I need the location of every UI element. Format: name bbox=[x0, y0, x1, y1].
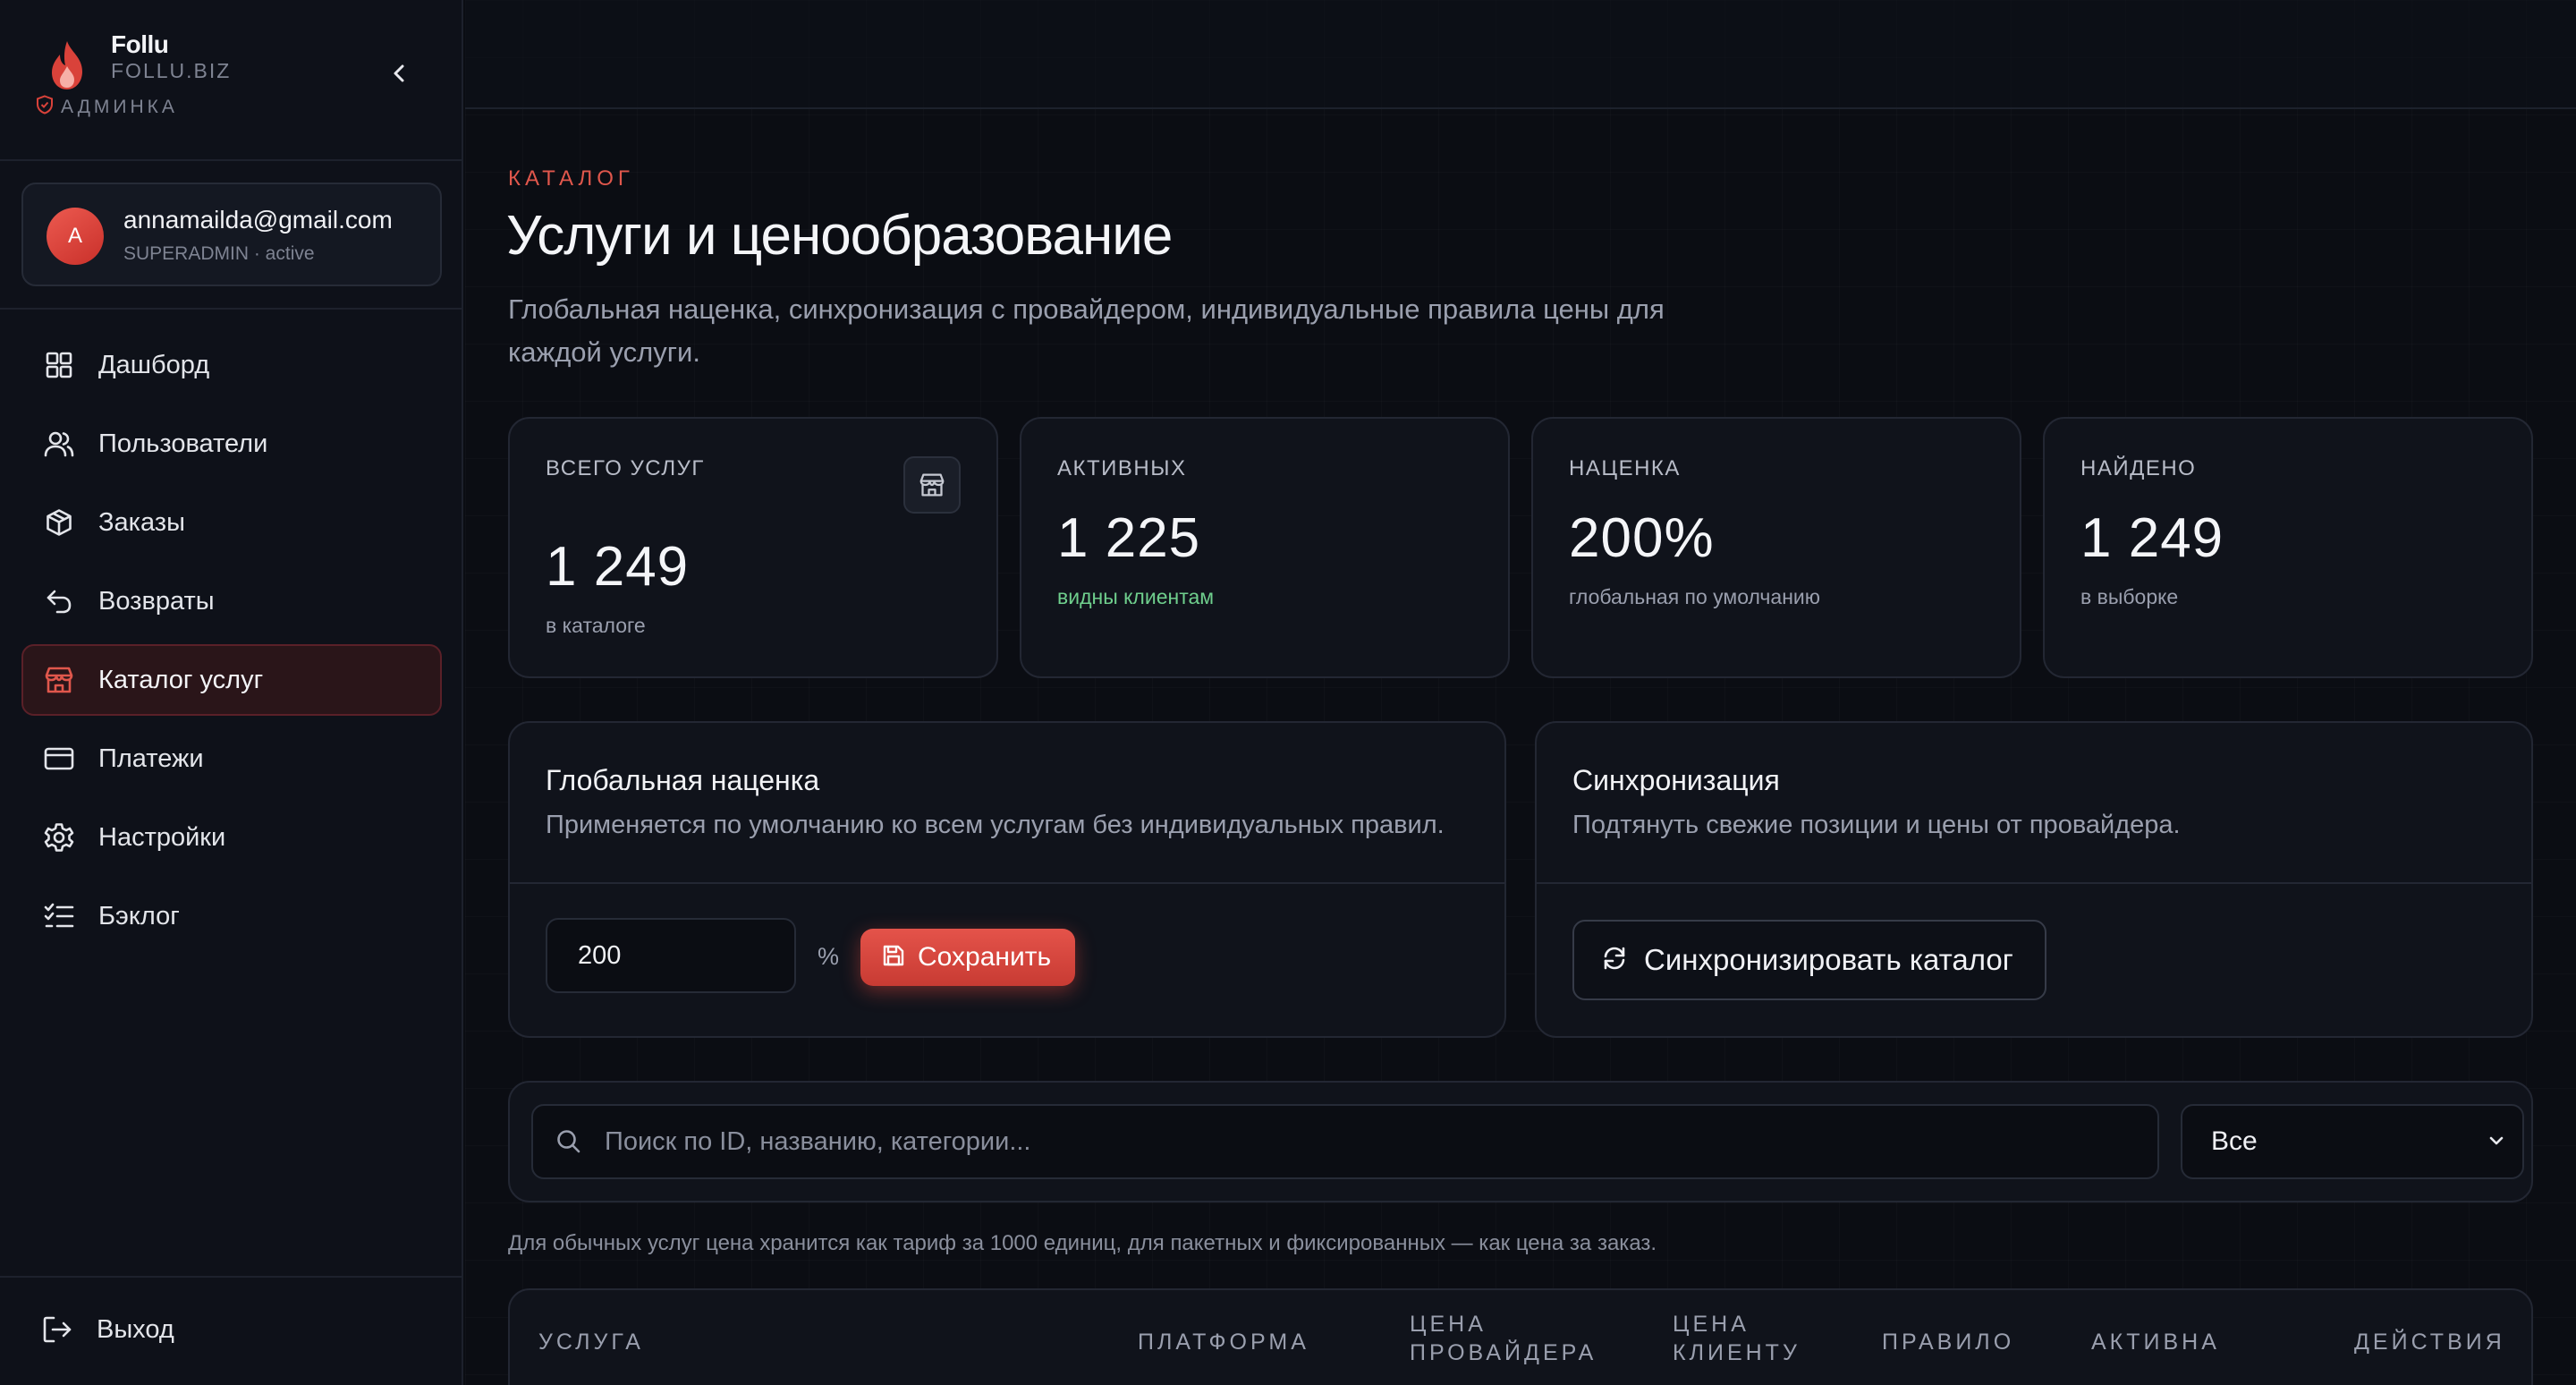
panel-description: Применяется по умолчанию ко всем услугам… bbox=[546, 811, 1445, 839]
stat-card-total: ВСЕГО УСЛУГ 1 249 в каталоге bbox=[508, 417, 998, 678]
brand[interactable]: Follu FOLLU.BIZ АДМИНКА bbox=[36, 27, 429, 125]
avatar: A bbox=[47, 208, 104, 265]
logout-button[interactable]: Выход bbox=[21, 1294, 442, 1365]
logout-icon bbox=[41, 1313, 73, 1346]
brand-domain: FOLLU.BIZ bbox=[111, 59, 232, 82]
checklist-icon bbox=[43, 900, 75, 932]
users-icon bbox=[43, 428, 75, 460]
stat-label: ВСЕГО УСЛУГ bbox=[546, 456, 705, 480]
column-header-active[interactable]: АКТИВНА bbox=[2091, 1328, 2220, 1356]
admin-badge: АДМИНКА bbox=[36, 95, 178, 120]
sidebar-item-settings[interactable]: Настройки bbox=[21, 802, 442, 873]
chevron-left-icon bbox=[390, 63, 408, 89]
search-input[interactable] bbox=[605, 1106, 2143, 1177]
sync-button-label: Синхронизировать каталог bbox=[1644, 943, 2013, 976]
column-header-actions[interactable]: ДЕЙСТВИЯ bbox=[2354, 1328, 2505, 1356]
sidebar-item-label: Дашборд bbox=[98, 350, 210, 379]
stat-card-active: АКТИВНЫХ 1 225 видны клиентам bbox=[1020, 417, 1510, 678]
column-header-client-price[interactable]: ЦЕНА КЛИЕНТУ bbox=[1673, 1310, 1852, 1367]
page-eyebrow: КАТАЛОГ bbox=[508, 166, 634, 191]
gear-icon bbox=[43, 821, 75, 854]
flame-logo-icon bbox=[47, 39, 88, 91]
stat-label: АКТИВНЫХ bbox=[1057, 456, 1187, 480]
credit-card-icon bbox=[43, 743, 75, 775]
collapse-sidebar-button[interactable] bbox=[381, 57, 417, 93]
sidebar-item-label: Настройки bbox=[98, 822, 226, 852]
stat-sub: глобальная по умолчанию bbox=[1569, 585, 1820, 608]
markup-input[interactable] bbox=[546, 918, 796, 993]
stat-sub: в каталоге bbox=[546, 614, 646, 637]
save-button-label: Сохранить bbox=[918, 942, 1052, 972]
percent-unit: % bbox=[818, 943, 840, 970]
save-icon bbox=[882, 944, 905, 972]
top-bar bbox=[465, 0, 2576, 109]
sidebar-item-label: Пользователи bbox=[98, 429, 268, 458]
logout-label: Выход bbox=[97, 1314, 174, 1344]
page-subtitle: Глобальная наценка, синхронизация с пров… bbox=[508, 293, 1665, 368]
chevron-down-icon bbox=[2487, 1131, 2506, 1155]
sidebar-item-label: Бэклог bbox=[98, 901, 180, 930]
sidebar: Follu FOLLU.BIZ АДМИНКА A annamailda@gma… bbox=[0, 0, 463, 1385]
panel-title: Синхронизация bbox=[1572, 764, 1780, 796]
column-header-service[interactable]: УСЛУГА bbox=[538, 1328, 644, 1356]
sidebar-item-users[interactable]: Пользователи bbox=[21, 408, 442, 480]
user-email: annamailda@gmail.com bbox=[123, 206, 393, 234]
sidebar-item-catalog[interactable]: Каталог услуг bbox=[21, 644, 442, 716]
search-box[interactable] bbox=[531, 1104, 2159, 1179]
stat-value: 1 249 bbox=[2080, 507, 2224, 569]
page-title: Услуги и ценообразование bbox=[506, 205, 1173, 267]
stat-card-markup: НАЦЕНКА 200% глобальная по умолчанию bbox=[1531, 417, 2021, 678]
panel-description: Подтянуть свежие позиции и цены от прова… bbox=[1572, 811, 2181, 839]
sidebar-item-backlog[interactable]: Бэклог bbox=[21, 880, 442, 952]
brand-name: Follu bbox=[111, 30, 169, 58]
column-header-provider-price[interactable]: ЦЕНА ПРОВАЙДЕРА bbox=[1410, 1310, 1651, 1367]
stat-card-found: НАЙДЕНО 1 249 в выборке bbox=[2043, 417, 2533, 678]
store-icon bbox=[903, 456, 961, 514]
sync-catalog-button[interactable]: Синхронизировать каталог bbox=[1572, 920, 2046, 1000]
panel-title: Глобальная наценка bbox=[546, 764, 820, 796]
sidebar-divider bbox=[0, 1276, 463, 1278]
column-header-rule[interactable]: ПРАВИЛО bbox=[1882, 1328, 2014, 1356]
services-table: УСЛУГА ПЛАТФОРМА ЦЕНА ПРОВАЙДЕРА ЦЕНА КЛ… bbox=[508, 1288, 2533, 1385]
sidebar-item-label: Платежи bbox=[98, 743, 204, 773]
stat-value: 200% bbox=[1569, 507, 1715, 569]
save-button[interactable]: Сохранить bbox=[860, 929, 1075, 986]
panel-divider bbox=[1537, 882, 2531, 884]
sidebar-nav: Дашборд Пользователи Заказы Возвраты Кат… bbox=[21, 329, 442, 959]
sidebar-item-orders[interactable]: Заказы bbox=[21, 487, 442, 558]
global-markup-panel: Глобальная наценка Применяется по умолча… bbox=[508, 721, 1506, 1038]
stat-sub: видны клиентам bbox=[1057, 585, 1215, 608]
sidebar-item-dashboard[interactable]: Дашборд bbox=[21, 329, 442, 401]
sidebar-item-label: Заказы bbox=[98, 507, 185, 537]
user-role: SUPERADMIN · active bbox=[123, 243, 315, 264]
panel-divider bbox=[510, 882, 1504, 884]
sidebar-item-label: Возвраты bbox=[98, 586, 215, 616]
stat-sub: в выборке bbox=[2080, 585, 2179, 608]
column-header-platform[interactable]: ПЛАТФОРМА bbox=[1138, 1328, 1309, 1356]
select-value: Все bbox=[2211, 1126, 2258, 1156]
admin-badge-label: АДМИНКА bbox=[61, 97, 178, 117]
stat-value: 1 225 bbox=[1057, 507, 1201, 569]
filter-bar: Все bbox=[508, 1081, 2533, 1202]
stat-label: НАЙДЕНО bbox=[2080, 456, 2197, 480]
sidebar-item-payments[interactable]: Платежи bbox=[21, 723, 442, 794]
main-content: КАТАЛОГ Услуги и ценообразование Глобаль… bbox=[465, 0, 2576, 1385]
pricing-note: Для обычных услуг цена хранится как тари… bbox=[508, 1231, 1657, 1255]
shield-icon bbox=[36, 95, 54, 120]
search-icon bbox=[555, 1127, 583, 1160]
sidebar-item-refunds[interactable]: Возвраты bbox=[21, 565, 442, 637]
sidebar-item-label: Каталог услуг bbox=[98, 665, 264, 694]
status-filter-select[interactable]: Все bbox=[2181, 1104, 2524, 1179]
store-icon bbox=[43, 664, 75, 696]
refresh-icon bbox=[1601, 945, 1628, 976]
box-icon bbox=[43, 506, 75, 539]
dashboard-icon bbox=[43, 349, 75, 381]
stat-value: 1 249 bbox=[546, 536, 690, 598]
undo-icon bbox=[43, 585, 75, 617]
stat-label: НАЦЕНКА bbox=[1569, 456, 1681, 480]
sync-panel: Синхронизация Подтянуть свежие позиции и… bbox=[1535, 721, 2533, 1038]
sidebar-divider bbox=[0, 308, 463, 310]
user-card[interactable]: A annamailda@gmail.com SUPERADMIN · acti… bbox=[21, 183, 442, 286]
sidebar-divider bbox=[0, 159, 463, 161]
